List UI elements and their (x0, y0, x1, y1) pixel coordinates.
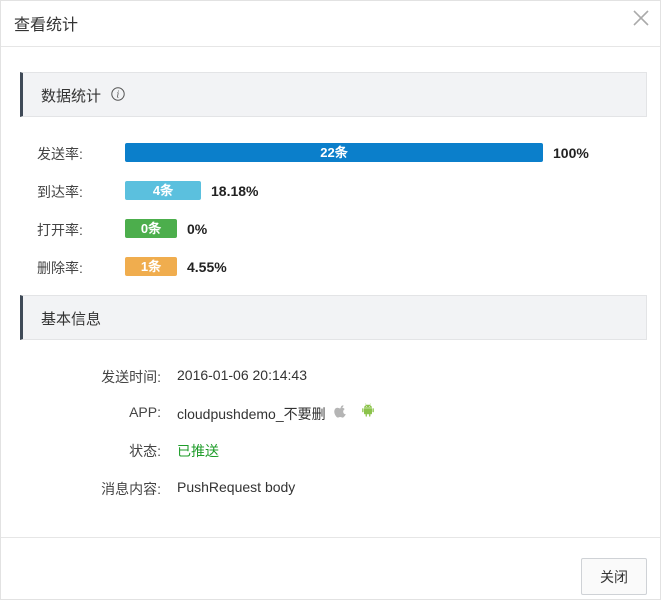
arrival-rate-percent: 18.18% (211, 183, 259, 199)
close-button[interactable]: 关闭 (581, 558, 647, 595)
close-icon[interactable] (631, 8, 651, 28)
dialog-title: 查看统计 (14, 17, 79, 34)
send-rate-percent: 100% (553, 145, 589, 161)
arrival-rate-label: 到达率: (37, 184, 83, 200)
arrival-rate-bar: 4条 (125, 181, 201, 200)
content-value: PushRequest body (177, 479, 296, 495)
android-icon (362, 403, 374, 417)
apple-icon (334, 405, 346, 418)
send-time-value: 2016-01-06 20:14:43 (177, 367, 307, 383)
open-rate-bar: 0条 (125, 219, 177, 238)
info-section-title: 基本信息 (41, 311, 102, 328)
send-rate-label: 发送率: (37, 146, 83, 162)
dialog-footer (1, 537, 660, 600)
info-icon[interactable]: i (111, 87, 125, 101)
status-label: 状态: (129, 443, 161, 459)
stats-dialog: 查看统计 数据统计 i 发送率: 22条 100% 到达率: 4条 18.18%… (0, 0, 661, 600)
dialog-header: 查看统计 (1, 1, 660, 47)
open-rate-percent: 0% (187, 221, 208, 237)
app-value: cloudpushdemo_不要删 (177, 406, 326, 422)
svg-text:i: i (117, 91, 120, 101)
stats-section-header: 数据统计 i (20, 72, 647, 117)
delete-rate-bar: 1条 (125, 257, 177, 276)
content-label: 消息内容: (101, 481, 161, 497)
status-value: 已推送 (177, 443, 219, 459)
open-rate-label: 打开率: (37, 222, 83, 238)
send-time-label: 发送时间: (101, 369, 161, 385)
delete-rate-label: 删除率: (37, 260, 83, 276)
delete-rate-percent: 4.55% (187, 259, 227, 275)
info-section-header: 基本信息 (20, 295, 647, 340)
stats-section-title: 数据统计 (41, 88, 102, 105)
send-rate-bar: 22条 (125, 143, 543, 162)
app-label: APP: (129, 404, 161, 420)
